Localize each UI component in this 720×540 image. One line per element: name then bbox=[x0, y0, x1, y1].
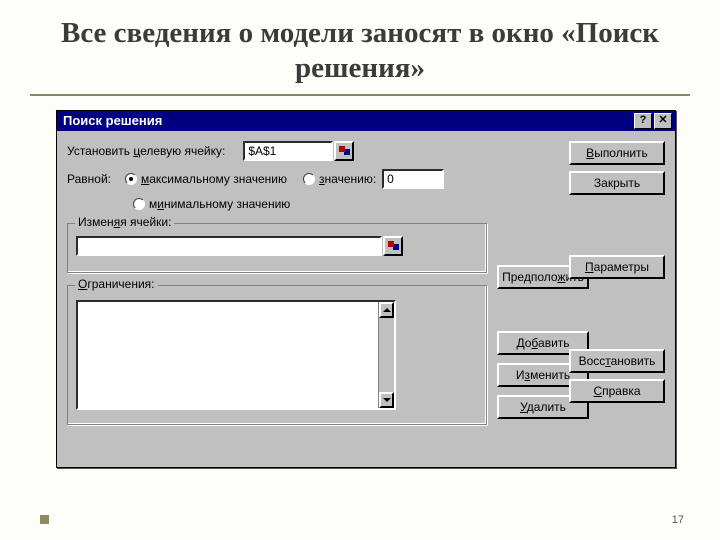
parameters-button[interactable]: Параметры bbox=[569, 255, 665, 279]
target-cell-input[interactable] bbox=[243, 141, 333, 161]
slide-number: 17 bbox=[672, 514, 684, 526]
help-titlebar-button[interactable]: ? bbox=[634, 113, 652, 129]
slide-bullet-icon bbox=[40, 515, 49, 524]
changing-cells-legend: Изменяя ячейки: bbox=[75, 215, 174, 229]
radio-min[interactable] bbox=[133, 198, 145, 210]
equal-to-label: Равной: bbox=[67, 172, 111, 186]
close-titlebar-button[interactable]: ✕ bbox=[654, 113, 672, 129]
constraints-legend: Ограничения: bbox=[75, 277, 158, 291]
restore-button[interactable]: Восстановить bbox=[569, 349, 665, 373]
radio-min-label: минимальному значению bbox=[149, 197, 290, 211]
scrollbar[interactable] bbox=[378, 302, 394, 408]
dialog-body: Установить целевую ячейку: Равной: макси… bbox=[57, 131, 675, 467]
titlebar: Поиск решения ? ✕ bbox=[57, 111, 675, 131]
solver-dialog: Поиск решения ? ✕ Установить целевую яче… bbox=[56, 110, 676, 468]
chevron-down-icon bbox=[383, 398, 391, 402]
radio-value[interactable] bbox=[303, 173, 315, 185]
constraints-listbox[interactable] bbox=[76, 300, 396, 410]
execute-button[interactable]: Выполнить bbox=[569, 141, 665, 165]
help-button[interactable]: Справка bbox=[569, 379, 665, 403]
changing-cells-group: Изменяя ячейки: bbox=[67, 223, 487, 273]
right-button-column: Выполнить Закрыть Параметры Восстановить… bbox=[569, 141, 665, 409]
radio-max[interactable] bbox=[125, 173, 137, 185]
divider bbox=[30, 94, 690, 96]
scroll-up-button[interactable] bbox=[379, 302, 394, 318]
refedit-icon[interactable] bbox=[334, 141, 354, 161]
target-cell-refedit[interactable] bbox=[243, 141, 354, 161]
radio-max-label: максимальному значению bbox=[141, 172, 287, 186]
close-button[interactable]: Закрыть bbox=[569, 171, 665, 195]
refedit-icon[interactable] bbox=[383, 236, 403, 256]
constraints-group: Ограничения: bbox=[67, 285, 487, 425]
target-cell-label: Установить целевую ячейку: bbox=[67, 144, 225, 158]
radio-value-label: значению: bbox=[319, 172, 376, 186]
changing-cells-input[interactable] bbox=[76, 236, 382, 256]
changing-cells-refedit[interactable] bbox=[76, 236, 403, 256]
dialog-title: Поиск решения bbox=[60, 113, 632, 128]
chevron-up-icon bbox=[383, 308, 391, 312]
value-input[interactable] bbox=[382, 169, 444, 189]
scroll-down-button[interactable] bbox=[379, 392, 394, 408]
slide-title: Все сведения о модели заносят в окно «По… bbox=[0, 0, 720, 94]
